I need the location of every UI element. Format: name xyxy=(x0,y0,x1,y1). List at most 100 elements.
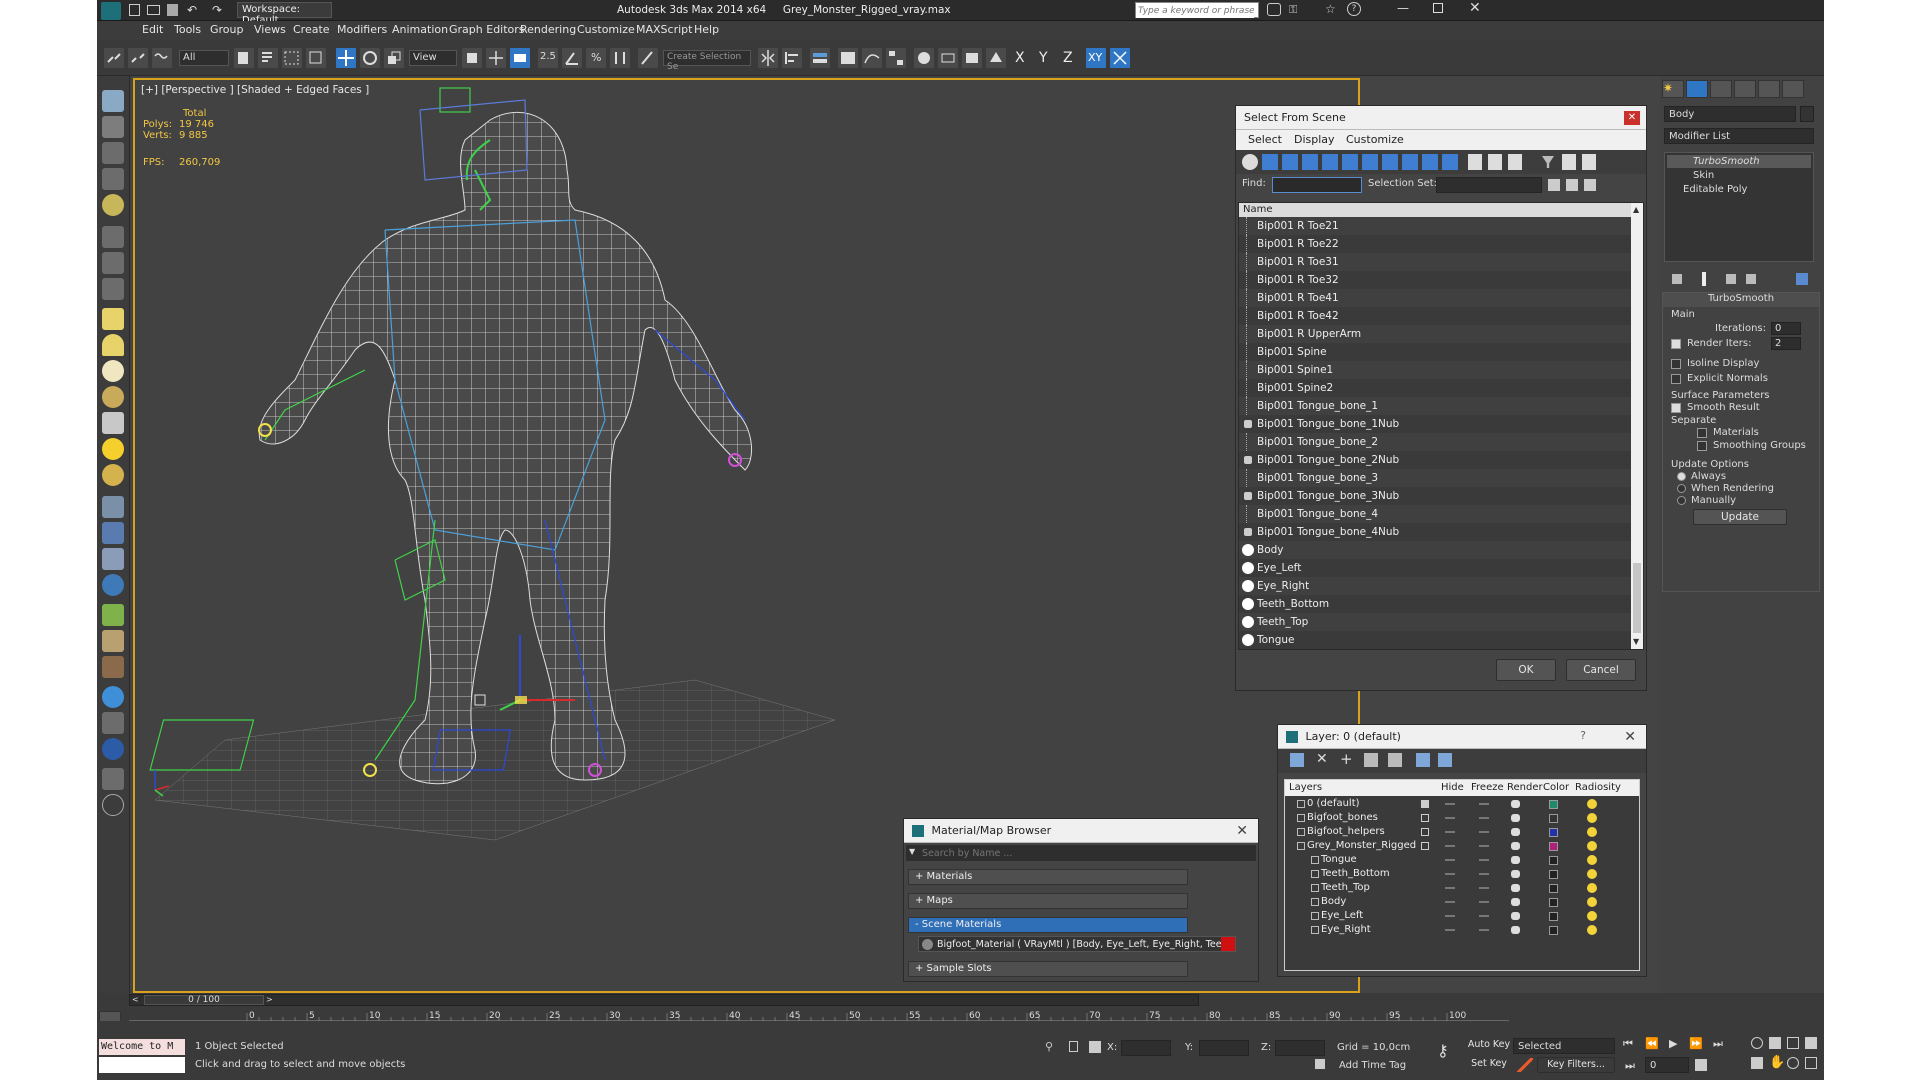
scroll-up-icon[interactable]: ▲ xyxy=(1633,205,1639,214)
display-lights-icon[interactable] xyxy=(1282,154,1298,170)
binoculars-icon[interactable] xyxy=(1267,3,1281,16)
time-slider-thumb[interactable]: 0 / 100 xyxy=(144,995,264,1005)
modifier-list-dropdown[interactable]: Modifier List xyxy=(1664,128,1814,144)
sort-icon[interactable] xyxy=(1582,154,1596,170)
column-freeze[interactable]: Freeze xyxy=(1471,782,1504,793)
menu-help[interactable]: Help xyxy=(694,23,719,36)
rollout-header[interactable]: TurboSmooth xyxy=(1663,293,1819,307)
maximize-viewport-icon[interactable] xyxy=(1805,1057,1817,1069)
speaker-icon[interactable] xyxy=(102,252,124,274)
redo-icon[interactable]: ↷ xyxy=(212,3,222,17)
hide-toggle[interactable] xyxy=(1445,901,1455,903)
menu-customize[interactable]: Customize xyxy=(1346,133,1404,146)
absolute-mode-icon[interactable] xyxy=(1089,1041,1101,1053)
display-tab-icon[interactable] xyxy=(1758,80,1780,98)
iterations-spinner[interactable]: 0 xyxy=(1771,322,1801,335)
table-row[interactable]: Bigfoot_helpers xyxy=(1285,825,1639,839)
time-slider-prev-icon[interactable]: < xyxy=(132,995,139,1004)
select-and-scale-icon[interactable] xyxy=(383,47,405,69)
display-geometry-icon[interactable] xyxy=(1242,154,1258,170)
bind-space-warp-icon[interactable] xyxy=(151,47,173,69)
sphere-icon[interactable] xyxy=(102,360,124,382)
hide-toggle[interactable] xyxy=(1445,845,1455,847)
blue-sphere-icon[interactable] xyxy=(102,686,124,708)
z-coord-input[interactable] xyxy=(1275,1040,1325,1056)
material-search-input[interactable] xyxy=(922,846,1252,860)
modifier-stack[interactable]: TurboSmooth Skin Editable Poly xyxy=(1664,152,1814,262)
radiosity-light-icon[interactable] xyxy=(1587,855,1597,865)
hide-toggle[interactable] xyxy=(1445,817,1455,819)
maps-section[interactable]: + Maps xyxy=(908,893,1188,909)
torus-icon[interactable] xyxy=(102,386,124,408)
percent-snap-icon[interactable]: % xyxy=(585,47,607,69)
undo-icon[interactable]: ↶ xyxy=(187,3,197,17)
curve-editor-icon[interactable] xyxy=(861,47,883,69)
hide-toggle[interactable] xyxy=(1445,887,1455,889)
table-row[interactable]: Teeth_Bottom xyxy=(1285,867,1639,881)
menu-graph-editors[interactable]: Graph Editors xyxy=(449,23,525,36)
funnel-icon[interactable] xyxy=(1542,156,1554,168)
list-item[interactable]: Teeth_Top xyxy=(1239,613,1631,631)
isoline-display-checkbox[interactable] xyxy=(1671,359,1681,369)
spinner-snap-icon[interactable] xyxy=(609,47,631,69)
rendered-frame-window-icon[interactable] xyxy=(961,47,983,69)
render-teapot-icon[interactable] xyxy=(1511,842,1520,850)
pyramid-icon[interactable] xyxy=(102,548,124,570)
close-icon[interactable]: ✕ xyxy=(1624,111,1640,125)
render-teapot-icon[interactable] xyxy=(1511,912,1520,920)
y-coord-input[interactable] xyxy=(1199,1040,1249,1056)
graphite-ribbon-icon[interactable] xyxy=(837,47,859,69)
maximize-icon[interactable] xyxy=(1433,3,1443,13)
time-tag-icon[interactable] xyxy=(1315,1059,1325,1069)
select-by-name-icon[interactable] xyxy=(257,47,279,69)
axis-x-label[interactable]: X xyxy=(1015,50,1025,66)
current-layer-checkbox[interactable] xyxy=(1421,814,1429,822)
freeze-toggle[interactable] xyxy=(1479,929,1489,931)
configure-sets-icon[interactable] xyxy=(1796,273,1808,285)
selection-set-edit-icon[interactable] xyxy=(1584,179,1596,191)
help-icon[interactable]: ? xyxy=(1347,2,1361,16)
close-icon[interactable]: ✕ xyxy=(1624,729,1636,745)
orbit-icon[interactable] xyxy=(1787,1057,1799,1069)
layer-name[interactable]: Body xyxy=(1321,895,1346,909)
list-item[interactable]: Bip001 Spine1 xyxy=(1239,361,1631,379)
rect-selection-icon[interactable] xyxy=(281,47,303,69)
named-selection-dropdown[interactable]: Create Selection Se xyxy=(663,50,751,72)
render-teapot-icon[interactable] xyxy=(1511,800,1520,808)
scroll-thumb[interactable] xyxy=(1633,563,1641,633)
display-all-icon[interactable] xyxy=(1468,154,1482,170)
layer-color-swatch[interactable] xyxy=(1549,856,1558,865)
radiosity-light-icon[interactable] xyxy=(1587,813,1597,823)
radiosity-light-icon[interactable] xyxy=(1587,869,1597,879)
pivot-center-icon[interactable] xyxy=(461,47,483,69)
camera-icon[interactable] xyxy=(102,278,124,300)
current-frame-input[interactable]: 0 xyxy=(1645,1057,1689,1073)
hide-toggle[interactable] xyxy=(1445,859,1455,861)
table-row[interactable]: Eye_Left xyxy=(1285,909,1639,923)
radiosity-light-icon[interactable] xyxy=(1587,883,1597,893)
selection-set-remove-icon[interactable] xyxy=(1566,179,1578,191)
time-config-icon[interactable] xyxy=(1695,1059,1707,1071)
menu-tools[interactable]: Tools xyxy=(174,23,201,36)
remove-modifier-icon[interactable] xyxy=(1746,274,1756,284)
geosphere-icon[interactable] xyxy=(102,464,124,486)
set-key-button[interactable]: Set Key xyxy=(1467,1057,1511,1073)
radiosity-light-icon[interactable] xyxy=(1587,897,1597,907)
help-search-input[interactable] xyxy=(1136,4,1254,18)
layer-name[interactable]: Teeth_Top xyxy=(1321,881,1370,895)
list-item[interactable]: Bip001 Tongue_bone_1 xyxy=(1239,397,1631,415)
scene-materials-section[interactable]: - Scene Materials xyxy=(908,917,1188,933)
display-xrefs-icon[interactable] xyxy=(1382,154,1398,170)
smoothing-groups-checkbox[interactable] xyxy=(1697,441,1707,451)
freeze-toggle[interactable] xyxy=(1479,831,1489,833)
render-setup-icon[interactable] xyxy=(937,47,959,69)
modify-tab-icon[interactable] xyxy=(1686,80,1708,98)
freeze-toggle[interactable] xyxy=(1479,817,1489,819)
smooth-result-checkbox[interactable] xyxy=(1671,403,1681,413)
object-properties-icon[interactable] xyxy=(102,768,124,790)
set-key-mode-icon[interactable]: ⚷ xyxy=(1437,1041,1449,1060)
render-scene-icon[interactable] xyxy=(102,116,124,138)
ref-coord-dropdown[interactable]: View xyxy=(409,50,457,66)
angle-snap-icon[interactable] xyxy=(561,47,583,69)
layer-color-swatch[interactable] xyxy=(1549,800,1558,809)
